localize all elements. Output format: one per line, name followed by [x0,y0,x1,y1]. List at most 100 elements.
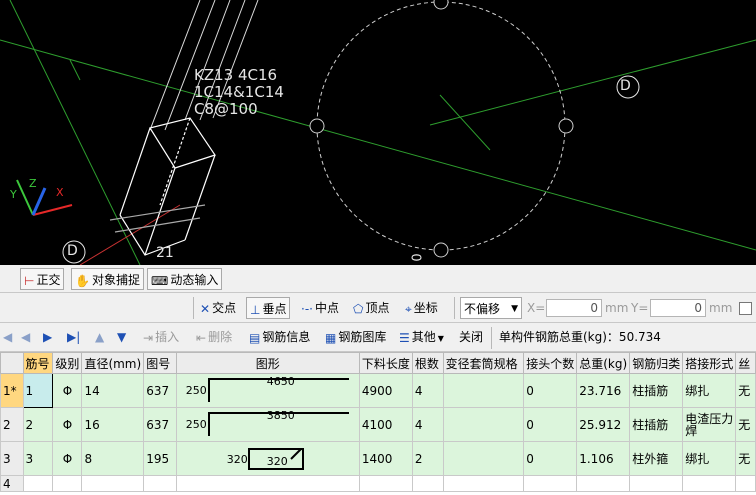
table-row[interactable]: 4 [0,475,756,492]
cell-empty[interactable] [629,475,684,492]
cell-figure-no[interactable]: 195 [143,441,177,476]
midpoint-button[interactable]: ·-· 中点 [298,297,342,319]
cell-last[interactable]: 无 [735,441,756,476]
row-header[interactable]: 1* [0,373,24,408]
cell-empty[interactable] [358,475,413,492]
column-header[interactable]: 根数 [411,352,444,374]
perpendicular-button[interactable]: ⊥ 垂点 [246,297,291,319]
cell-count[interactable]: 2 [411,441,444,476]
cell-bar-no[interactable]: 2 [22,407,54,442]
column-header[interactable]: 钢筋归类 [629,352,684,374]
insert-button[interactable]: ⇥ 插入 [140,326,182,348]
vertex-button[interactable]: ⬠ 顶点 [350,297,392,319]
cell-empty[interactable] [576,475,631,492]
cell-sleeve[interactable] [442,407,525,442]
column-header[interactable]: 图形 [175,352,360,374]
cell-sleeve[interactable] [442,441,525,476]
cell-sleeve[interactable] [442,373,525,408]
delete-button[interactable]: ⇤ 删除 [193,326,235,348]
cell-grade[interactable]: Φ [52,373,83,408]
cell-grade[interactable]: Φ [52,407,83,442]
cell-empty[interactable] [682,475,737,492]
cell-last[interactable]: 无 [735,407,756,442]
total-weight-label: 单构件钢筋总重(kg)：50.734 [499,330,661,344]
cell-empty[interactable] [523,475,578,492]
coordinate-button[interactable]: ⌖ 坐标 [402,297,441,319]
cell-figure-no[interactable]: 637 [143,373,177,408]
column-header[interactable]: 总重(kg) [576,352,631,374]
close-label: 关闭 [459,330,484,344]
cell-weight[interactable]: 25.912 [576,407,631,442]
last-record-icon[interactable]: ▶| [64,326,83,348]
object-snap-button[interactable]: ✋ 对象捕捉 [71,268,144,290]
table-row[interactable]: 1* 1 Φ 14 637 250 4650 4900 4 0 23.716 柱… [0,373,756,408]
cell-count[interactable]: 4 [411,407,444,442]
cell-empty[interactable] [22,475,54,492]
column-header[interactable]: 接头个数 [523,352,578,374]
column-header[interactable]: 搭接形式 [682,352,737,374]
cell-empty[interactable] [411,475,444,492]
cell-length[interactable]: 4100 [358,407,413,442]
intersection-button[interactable]: ✕ 交点 [197,297,239,319]
row-header[interactable]: 4 [0,475,24,492]
first-record-icon[interactable]: ◀ [0,326,15,348]
table-row[interactable]: 3 3 Φ 8 195 320 320 1400 2 0 1.106 柱外箍 绑… [0,441,756,476]
next-record-icon[interactable]: ▶ [40,326,55,348]
column-header[interactable]: 下料长度 [358,352,413,374]
column-header[interactable]: 级别 [52,352,83,374]
cell-empty[interactable] [81,475,145,492]
cell-diameter[interactable]: 16 [81,407,145,442]
cell-joints[interactable]: 0 [523,441,578,476]
cell-empty[interactable] [175,475,360,492]
cell-empty[interactable] [143,475,177,492]
cell-category[interactable]: 柱插筋 [629,373,684,408]
y-input[interactable]: 0 [650,299,706,317]
cad-viewport[interactable]: KZ13 4C16 1C14&1C14 C8@100 D D 21 0 Z X … [0,0,756,265]
row-header[interactable]: 3 [0,441,24,476]
cell-bar-no[interactable]: 1 [22,373,54,408]
cell-category[interactable]: 柱外箍 [629,441,684,476]
rebar-info-button[interactable]: ▤ 钢筋信息 [246,326,313,348]
move-up-icon[interactable]: ▲ [92,326,107,348]
rebar-library-button[interactable]: ▦ 钢筋图库 [322,326,389,348]
x-input[interactable]: 0 [546,299,602,317]
cell-diameter[interactable]: 8 [81,441,145,476]
prev-record-icon[interactable]: ◀ [18,326,33,348]
cell-empty[interactable] [52,475,83,492]
close-button[interactable]: 关闭 [456,326,486,348]
cell-category[interactable]: 柱插筋 [629,407,684,442]
cell-empty[interactable] [735,475,756,492]
column-header[interactable]: 图号 [143,352,177,374]
cell-bar-no[interactable]: 3 [22,441,54,476]
cell-grade[interactable]: Φ [52,441,83,476]
column-header[interactable]: 丝 [735,352,756,374]
other-menu-button[interactable]: ☰ 其他 ▼ [396,326,447,348]
cell-weight[interactable]: 1.106 [576,441,631,476]
cell-empty[interactable] [442,475,525,492]
cell-last[interactable]: 无 [735,373,756,408]
cell-figure-no[interactable]: 637 [143,407,177,442]
cell-shape[interactable]: 250 4650 [175,373,360,408]
cell-lap[interactable]: 绑扎 [682,441,737,476]
ortho-button[interactable]: ⊢ 正交 [20,268,65,290]
cell-length[interactable]: 1400 [358,441,413,476]
dynamic-input-button[interactable]: ⌨ 动态输入 [147,268,223,290]
move-down-icon[interactable]: ▼ [114,326,129,348]
cell-length[interactable]: 4900 [358,373,413,408]
cell-shape[interactable]: 250 3850 [175,407,360,442]
cell-joints[interactable]: 0 [523,373,578,408]
cell-weight[interactable]: 23.716 [576,373,631,408]
column-header[interactable]: 筋号 [22,352,54,374]
row-header[interactable]: 2 [0,407,24,442]
column-header[interactable]: 变径套筒规格 [442,352,525,374]
lock-checkbox[interactable] [739,302,752,315]
cell-lap[interactable]: 绑扎 [682,373,737,408]
column-header[interactable]: 直径(mm) [81,352,145,374]
table-row[interactable]: 2 2 Φ 16 637 250 3850 4100 4 0 25.912 柱插… [0,407,756,442]
cell-joints[interactable]: 0 [523,407,578,442]
offset-select[interactable]: 不偏移 ▼ [460,297,522,319]
cell-lap[interactable]: 电渣压力焊 [682,407,737,442]
cell-diameter[interactable]: 14 [81,373,145,408]
cell-shape[interactable]: 320 320 [175,441,360,476]
cell-count[interactable]: 4 [411,373,444,408]
